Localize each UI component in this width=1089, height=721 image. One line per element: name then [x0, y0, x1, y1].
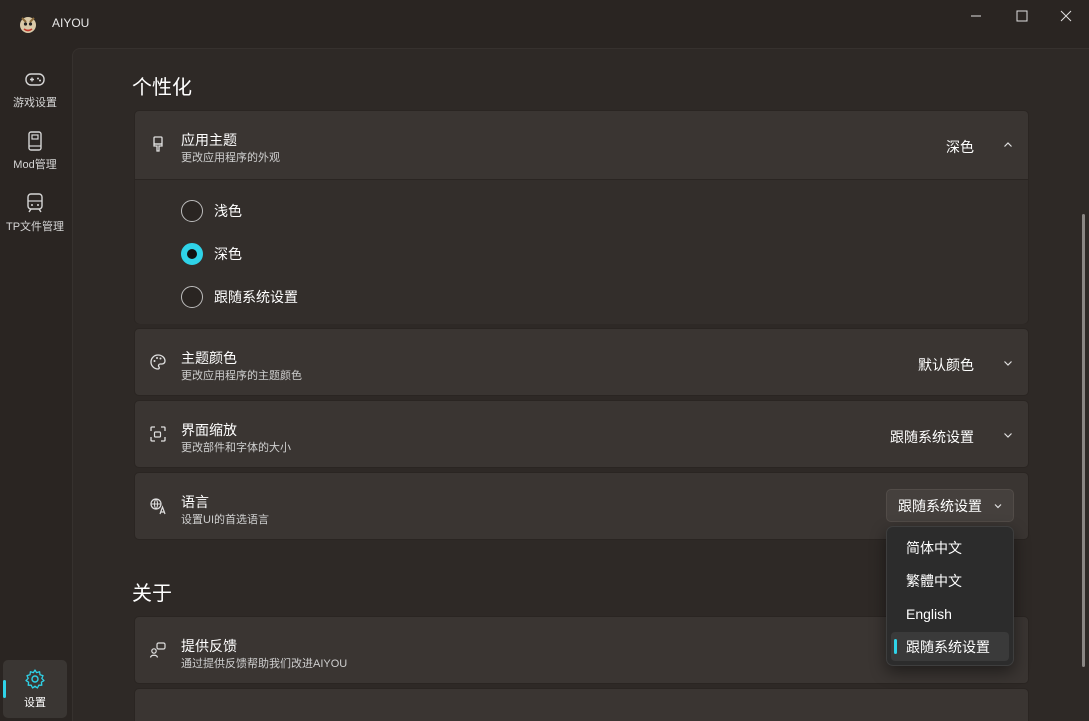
sidebar-item-label: TP文件管理 [5, 221, 65, 233]
theme-color-title: 主题颜色 [181, 350, 237, 366]
language-title: 语言 [181, 494, 209, 510]
theme-color-value: 默认颜色 [918, 357, 974, 373]
sidebar-item-game-settings[interactable]: 游戏设置 [3, 60, 67, 118]
chevron-down-icon[interactable] [1002, 429, 1014, 441]
maximize-button[interactable] [999, 0, 1045, 32]
feedback-icon [149, 642, 166, 658]
app-theme-card: 应用主题 更改应用程序的外观 深色 浅色 深色 跟随系统设置 [134, 110, 1029, 324]
radio-button[interactable] [181, 200, 203, 222]
feedback-title: 提供反馈 [181, 638, 237, 654]
theme-color-subtitle: 更改应用程序的主题颜色 [181, 370, 302, 382]
sidebar-item-label: 游戏设置 [13, 97, 57, 109]
app-title: AIYOU [52, 16, 90, 30]
radio-label: 深色 [214, 246, 242, 262]
theme-option-light[interactable]: 浅色 [181, 199, 242, 223]
radio-button[interactable] [181, 286, 203, 308]
theme-option-system[interactable]: 跟随系统设置 [181, 285, 298, 309]
sidebar-item-settings[interactable]: 设置 [3, 660, 67, 718]
language-option-label: 跟随系统设置 [906, 638, 990, 655]
section-title-personalization: 个性化 [132, 77, 192, 99]
app-theme-value: 深色 [946, 139, 974, 155]
radio-label: 跟随系统设置 [214, 289, 298, 305]
train-icon [27, 193, 43, 213]
language-option-simplified-chinese[interactable]: 简体中文 [891, 533, 1009, 562]
chevron-down-icon [994, 504, 1002, 509]
language-select-value: 跟随系统设置 [898, 497, 982, 514]
language-icon [150, 498, 166, 515]
app-logo-icon [16, 12, 40, 36]
language-option-traditional-chinese[interactable]: 繁體中文 [891, 566, 1009, 595]
close-button[interactable] [1043, 0, 1089, 32]
book-icon [28, 131, 42, 151]
scrollbar[interactable] [1082, 214, 1085, 667]
theme-options: 浅色 深色 跟随系统设置 [135, 179, 1028, 324]
sidebar-item-label: Mod管理 [13, 159, 57, 171]
gear-icon [25, 669, 45, 689]
sidebar: 游戏设置 Mod管理 TP文件管理 设置 [0, 48, 70, 721]
app-theme-subtitle: 更改应用程序的外观 [181, 152, 280, 164]
selected-indicator [3, 680, 6, 698]
language-subtitle: 设置UI的首选语言 [181, 514, 269, 526]
title-bar: AIYOU [0, 0, 1089, 48]
interface-scale-title: 界面缩放 [181, 422, 237, 438]
brush-icon [153, 136, 163, 152]
radio-button-checked[interactable] [181, 243, 203, 265]
language-dropdown: 简体中文 繁體中文 English 跟随系统设置 [886, 526, 1014, 666]
app-theme-title: 应用主题 [181, 132, 237, 148]
palette-icon [150, 354, 166, 370]
gamepad-icon [25, 73, 45, 86]
chevron-down-icon[interactable] [1002, 357, 1014, 369]
app-theme-header[interactable]: 应用主题 更改应用程序的外观 深色 [135, 111, 1028, 177]
theme-option-dark[interactable]: 深色 [181, 242, 242, 266]
chevron-up-icon[interactable] [1002, 139, 1014, 151]
interface-scale-value: 跟随系统设置 [890, 429, 974, 445]
section-title-about: 关于 [132, 583, 172, 605]
selected-indicator [894, 639, 897, 654]
radio-label: 浅色 [214, 203, 242, 219]
theme-color-card[interactable]: 主题颜色 更改应用程序的主题颜色 默认颜色 [134, 328, 1029, 396]
sidebar-item-mod-manage[interactable]: Mod管理 [3, 122, 67, 180]
zoom-fit-icon [150, 426, 166, 442]
language-option-system[interactable]: 跟随系统设置 [891, 632, 1009, 661]
interface-scale-subtitle: 更改部件和字体的大小 [181, 442, 291, 454]
language-select[interactable]: 跟随系统设置 [886, 489, 1014, 522]
about-card-partial[interactable] [134, 688, 1029, 721]
feedback-subtitle: 通过提供反馈帮助我们改进AIYOU [181, 658, 348, 670]
sidebar-item-label: 设置 [24, 697, 46, 709]
language-option-english[interactable]: English [891, 599, 1009, 628]
interface-scale-card[interactable]: 界面缩放 更改部件和字体的大小 跟随系统设置 [134, 400, 1029, 468]
sidebar-item-tp-files[interactable]: TP文件管理 [3, 184, 67, 242]
minimize-button[interactable] [953, 0, 999, 32]
